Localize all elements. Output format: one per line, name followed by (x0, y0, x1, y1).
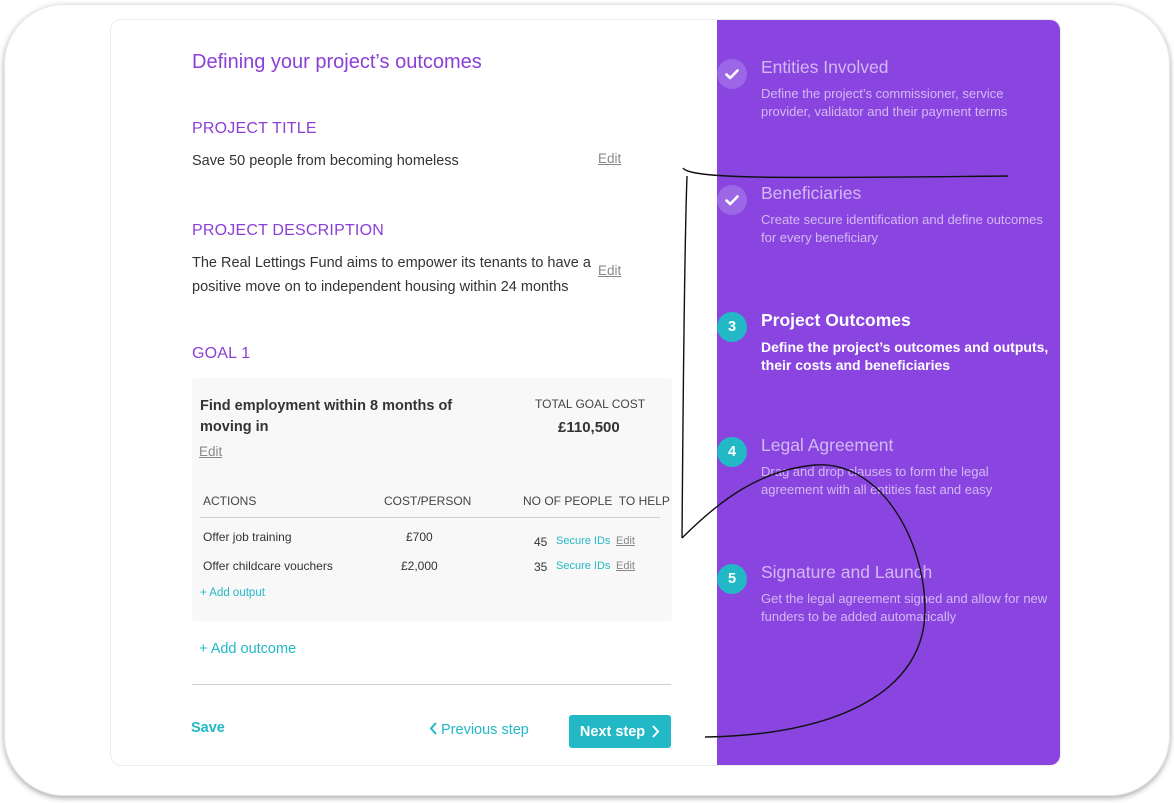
check-icon (725, 194, 739, 205)
step-title: Beneficiaries (761, 183, 862, 203)
step-description: Define the project’s outcomes and output… (761, 339, 1049, 373)
edit-project-description-link[interactable]: Edit (598, 263, 621, 278)
wizard-card: Defining your project’s outcomes PROJECT… (111, 20, 1060, 765)
previous-step-label: Previous step (441, 722, 529, 738)
row-cost: £2,000 (401, 559, 438, 573)
previous-step-button[interactable]: Previous step (429, 722, 529, 738)
row-cost: £700 (406, 530, 433, 544)
page-title: Defining your project’s outcomes (192, 51, 482, 73)
step-number: 3 (717, 312, 747, 342)
add-outcome-button[interactable]: + Add outcome (199, 641, 296, 657)
project-title-label: PROJECT TITLE (192, 120, 317, 137)
step-description: Get the legal agreement signed and allow… (761, 591, 1048, 624)
step-description: Drag and drop clauses to form the legal … (761, 464, 993, 497)
save-button[interactable]: Save (191, 720, 225, 736)
edit-row-link[interactable]: Edit (616, 535, 635, 547)
step-title: Legal Agreement (761, 435, 894, 455)
project-title-value: Save 50 people from becoming homeless (192, 153, 459, 169)
row-people: 35 (534, 560, 548, 574)
chevron-right-icon (652, 725, 660, 738)
project-description-value: The Real Lettings Fund aims to empower i… (192, 255, 591, 295)
progress-sidebar: Entities Involved Define the project’s c… (717, 20, 1060, 765)
table-header-divider (200, 517, 660, 518)
edit-goal-link[interactable]: Edit (199, 444, 222, 459)
check-icon (725, 68, 739, 79)
column-header-actions: ACTIONS (203, 494, 257, 508)
next-step-label: Next step (579, 723, 646, 740)
total-goal-cost-label: TOTAL GOAL COST (535, 397, 646, 411)
edit-row-link[interactable]: Edit (616, 560, 635, 572)
step-description: Create secure identification and define … (761, 212, 1043, 245)
column-header-cost: COST/PERSON (384, 494, 472, 508)
project-description-label: PROJECT DESCRIPTION (192, 222, 384, 239)
add-output-button[interactable]: + Add output (200, 587, 265, 599)
secure-ids-link[interactable]: Secure IDs (556, 560, 610, 572)
step-number: 5 (717, 564, 747, 594)
goal-name: Find employment within 8 months of movin… (200, 398, 453, 435)
form-panel: Defining your project’s outcomes PROJECT… (111, 20, 717, 765)
goal-card: Find employment within 8 months of movin… (192, 378, 672, 621)
step-marker (717, 185, 747, 215)
step-title: Signature and Launch (761, 562, 933, 582)
footer-divider (192, 684, 671, 685)
step-number: 4 (717, 437, 747, 467)
step-title: Project Outcomes (761, 310, 911, 330)
goal-label: GOAL 1 (192, 345, 251, 362)
secure-ids-link[interactable]: Secure IDs (556, 535, 610, 547)
step-marker (717, 59, 747, 89)
step-description: Define the project’s commissioner, servi… (761, 86, 1008, 119)
step-title: Entities Involved (761, 57, 889, 77)
next-step-button[interactable]: Next step (569, 715, 671, 748)
row-action: Offer job training (203, 530, 292, 544)
column-header-people: NO OF PEOPLE TO HELP (523, 494, 670, 508)
total-goal-cost-value: £110,500 (558, 419, 620, 436)
row-people: 45 (534, 535, 548, 549)
edit-project-title-link[interactable]: Edit (598, 151, 621, 166)
chevron-left-icon (429, 722, 437, 735)
row-action: Offer childcare vouchers (203, 559, 333, 573)
